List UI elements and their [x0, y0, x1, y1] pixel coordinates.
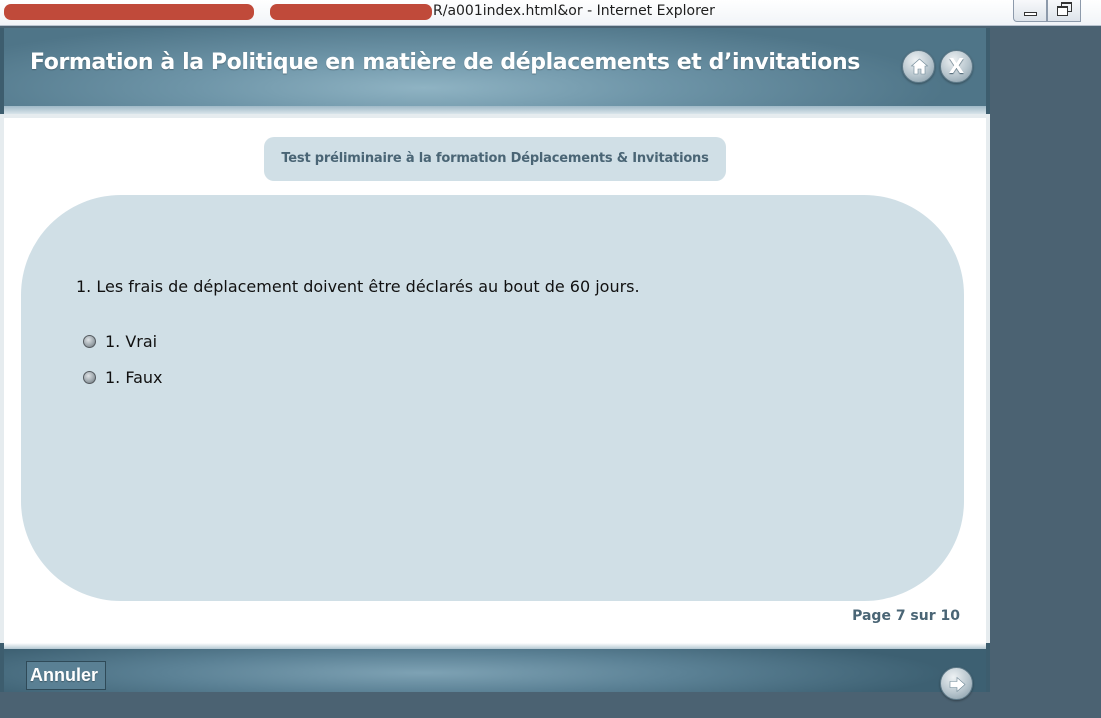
redacted-url-part [270, 4, 432, 20]
question-panel: 1. Les frais de déplacement doivent être… [21, 195, 964, 601]
radio-button[interactable] [83, 371, 96, 384]
test-title: Test préliminaire à la formation Déplace… [281, 151, 709, 166]
minimize-button[interactable] [1013, 0, 1047, 22]
course-header: Formation à la Politique en matière de d… [0, 28, 990, 114]
browser-title-bar: R/a001index.html&or - Internet Explorer [0, 0, 1101, 26]
question-text: 1. Les frais de déplacement doivent être… [76, 277, 640, 296]
page-counter: Page 7 sur 10 [852, 608, 960, 624]
course-title: Formation à la Politique en matière de d… [30, 50, 860, 75]
minimize-icon [1024, 12, 1037, 16]
test-title-banner: Test préliminaire à la formation Déplace… [264, 137, 726, 181]
redacted-url-part [4, 4, 254, 20]
radio-button[interactable] [83, 335, 96, 348]
close-course-button[interactable]: X [940, 50, 973, 83]
course-player: Formation à la Politique en matière de d… [0, 28, 990, 700]
home-button[interactable] [902, 50, 935, 83]
restore-button[interactable] [1047, 0, 1081, 22]
cancel-button[interactable]: Annuler [26, 661, 106, 690]
course-footer: Annuler [0, 643, 990, 700]
home-icon [910, 58, 929, 75]
content-area: Test préliminaire à la formation Déplace… [4, 118, 986, 643]
next-page-button[interactable] [940, 667, 973, 700]
answer-option-label: 1. Vrai [105, 332, 158, 351]
window-title: R/a001index.html&or - Internet Explorer [433, 3, 715, 19]
answer-option-label: 1. Faux [105, 368, 163, 387]
arrow-right-icon [949, 676, 966, 693]
restore-icon-front [1057, 6, 1068, 16]
